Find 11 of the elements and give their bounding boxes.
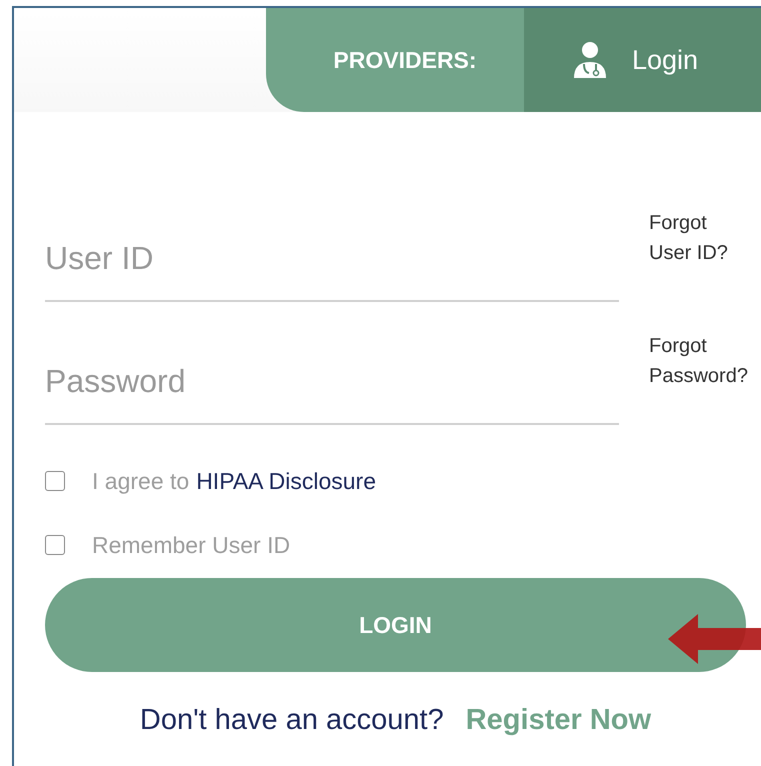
forgot-link[interactable]: Forgot User ID? (649, 208, 728, 268)
providers-label: PROVIDERS: (332, 46, 478, 74)
checkbox[interactable] (45, 535, 65, 555)
register-prompt: Don't have an account? (140, 704, 444, 737)
hipaa-link[interactable]: HIPAA Disclosure (196, 468, 376, 494)
login-link[interactable]: Login (524, 8, 761, 112)
checkbox-label: Remember User ID (92, 532, 290, 558)
forgot-link[interactable]: Forgot Password? (649, 331, 748, 391)
arrow-icon (668, 614, 761, 664)
checkbox[interactable] (45, 471, 65, 491)
checkbox-label: I agree to (92, 468, 190, 494)
